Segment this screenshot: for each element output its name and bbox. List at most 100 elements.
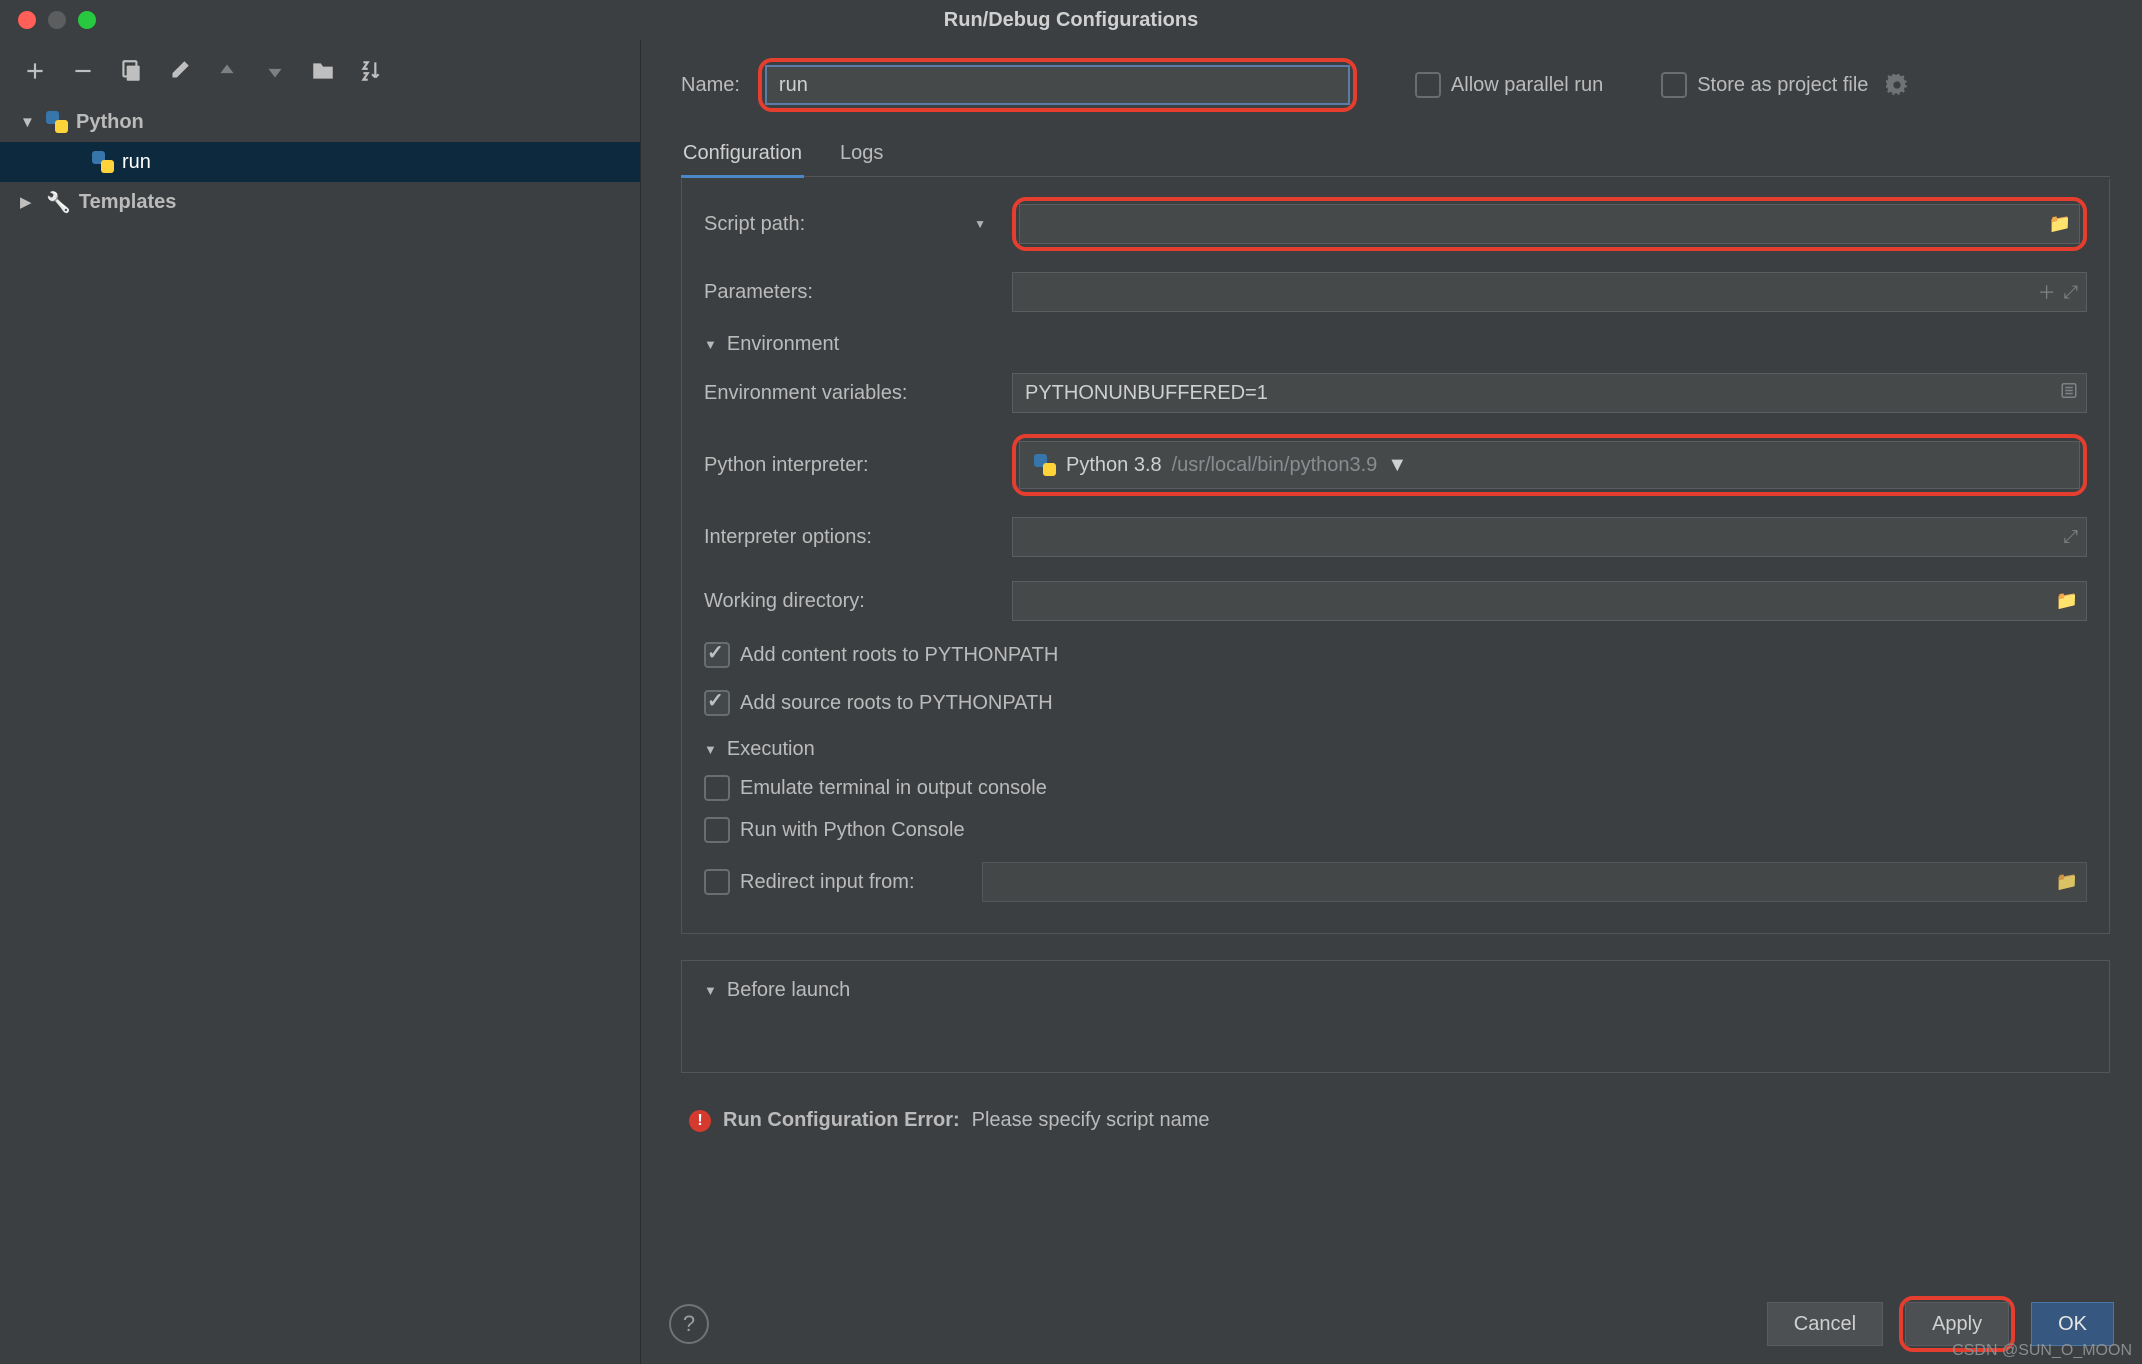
workdir-label: Working directory: — [704, 590, 994, 613]
parameters-input[interactable]: ＋ ⤢ — [1012, 272, 2087, 312]
environment-section-header[interactable]: ▼ Environment — [704, 333, 2087, 356]
checkbox-icon — [1415, 72, 1441, 98]
interpreter-select[interactable]: Python 3.8 /usr/local/bin/python3.9 ▼ — [1019, 441, 2080, 489]
name-input[interactable] — [765, 65, 1350, 105]
env-vars-row: Environment variables: PYTHONUNBUFFERED=… — [704, 370, 2087, 416]
script-path-input[interactable]: 📁 — [1019, 204, 2080, 244]
script-path-row: Script path: ▼ 📁 — [704, 197, 2087, 251]
checkbox-label: Add content roots to PYTHONPATH — [740, 644, 1058, 667]
interp-opts-row: Interpreter options: ⤢ — [704, 514, 2087, 560]
tree-item-label: run — [122, 151, 151, 174]
parameters-label: Parameters: — [704, 281, 994, 304]
window-title: Run/Debug Configurations — [0, 9, 2142, 32]
main-panel: Name: Allow parallel run Store as projec… — [641, 40, 2142, 1364]
apply-button[interactable]: Apply — [1905, 1302, 2009, 1346]
run-python-console-checkbox[interactable]: Run with Python Console — [704, 817, 2087, 843]
emulate-terminal-checkbox[interactable]: Emulate terminal in output console — [704, 775, 2087, 801]
tree-node-templates[interactable]: ▶ Templates — [0, 182, 640, 222]
parameters-row: Parameters: ＋ ⤢ — [704, 269, 2087, 315]
wrench-icon — [46, 190, 71, 215]
name-label: Name: — [681, 74, 740, 97]
edit-defaults-icon[interactable] — [166, 58, 192, 84]
before-launch-list[interactable] — [704, 1012, 2087, 1062]
chevron-down-icon: ▼ — [20, 114, 38, 131]
expand-icon[interactable]: ⤢ — [2064, 282, 2078, 303]
add-config-icon[interactable] — [22, 58, 48, 84]
expand-icon[interactable]: ⤢ — [2064, 527, 2078, 548]
browse-folder-icon[interactable]: 📁 — [2049, 214, 2071, 235]
redirect-input-checkbox[interactable]: Redirect input from: — [704, 869, 964, 895]
redirect-input-row: Redirect input from: 📁 — [704, 859, 2087, 905]
close-window-icon[interactable] — [18, 11, 36, 29]
tabs: Configuration Logs — [681, 130, 2110, 177]
chevron-down-icon: ▼ — [704, 337, 717, 352]
tree-node-label: Templates — [79, 191, 176, 214]
remove-config-icon[interactable] — [70, 58, 96, 84]
add-source-roots-checkbox[interactable]: Add source roots to PYTHONPATH — [704, 690, 2087, 716]
python-icon — [92, 151, 114, 173]
error-row: ! Run Configuration Error: Please specif… — [681, 1099, 2110, 1144]
redirect-input-field[interactable]: 📁 — [982, 862, 2087, 902]
ok-button[interactable]: OK — [2031, 1302, 2114, 1346]
move-down-icon[interactable] — [262, 58, 288, 84]
copy-config-icon[interactable] — [118, 58, 144, 84]
workdir-input[interactable]: 📁 — [1012, 581, 2087, 621]
add-content-roots-checkbox[interactable]: Add content roots to PYTHONPATH — [704, 642, 2087, 668]
python-icon — [1034, 454, 1056, 476]
chevron-down-icon: ▼ — [704, 742, 717, 757]
configuration-panel: Script path: ▼ 📁 Parameters: — [681, 179, 2110, 934]
store-as-project-file-checkbox[interactable]: Store as project file — [1661, 72, 1868, 98]
cancel-button[interactable]: Cancel — [1767, 1302, 1883, 1346]
checkbox-label: Add source roots to PYTHONPATH — [740, 692, 1053, 715]
input-value: PYTHONUNBUFFERED=1 — [1025, 382, 1268, 405]
browse-folder-icon[interactable]: 📁 — [2056, 872, 2078, 893]
chevron-down-icon: ▼ — [704, 983, 717, 998]
minimize-window-icon[interactable] — [48, 11, 66, 29]
folder-icon[interactable] — [310, 58, 336, 84]
tab-configuration[interactable]: Configuration — [681, 130, 804, 178]
checkbox-label: Allow parallel run — [1451, 74, 1603, 97]
checkbox-label: Run with Python Console — [740, 819, 965, 842]
before-launch-panel: ▼ Before launch — [681, 960, 2110, 1073]
chevron-right-icon: ▶ — [20, 193, 38, 211]
maximize-window-icon[interactable] — [78, 11, 96, 29]
checkbox-icon — [1661, 72, 1687, 98]
move-up-icon[interactable] — [214, 58, 240, 84]
error-message: Please specify script name — [972, 1109, 1210, 1132]
env-vars-input[interactable]: PYTHONUNBUFFERED=1 — [1012, 373, 2087, 413]
interpreter-label: Python interpreter: — [704, 454, 994, 477]
checkbox-icon — [704, 775, 730, 801]
tree-node-label: Python — [76, 111, 144, 134]
highlight-interpreter: Python 3.8 /usr/local/bin/python3.9 ▼ — [1012, 434, 2087, 496]
highlight-name — [758, 58, 1357, 112]
checkbox-label: Store as project file — [1697, 74, 1868, 97]
checkbox-icon — [704, 817, 730, 843]
checkbox-label: Emulate terminal in output console — [740, 777, 1047, 800]
section-title: Execution — [727, 738, 815, 761]
checkbox-icon — [704, 642, 730, 668]
interp-opts-input[interactable]: ⤢ — [1012, 517, 2087, 557]
execution-section-header[interactable]: ▼ Execution — [704, 738, 2087, 761]
before-launch-section-header[interactable]: ▼ Before launch — [704, 979, 2087, 1002]
footer: ? Cancel Apply OK — [641, 1284, 2142, 1364]
error-title: Run Configuration Error: — [723, 1109, 960, 1132]
form-area: Name: Allow parallel run Store as projec… — [641, 40, 2142, 1284]
help-button[interactable]: ? — [669, 1304, 709, 1344]
sort-alpha-icon[interactable] — [358, 58, 384, 84]
sidebar-toolbar — [0, 50, 640, 98]
tree-node-python[interactable]: ▼ Python — [0, 102, 640, 142]
list-edit-icon[interactable] — [2060, 382, 2078, 405]
allow-parallel-run-checkbox[interactable]: Allow parallel run — [1415, 72, 1603, 98]
tab-logs[interactable]: Logs — [838, 130, 885, 176]
add-param-icon[interactable]: ＋ — [2038, 279, 2056, 305]
checkbox-icon — [704, 869, 730, 895]
browse-folder-icon[interactable]: 📁 — [2056, 591, 2078, 612]
python-icon — [46, 111, 68, 133]
script-path-label[interactable]: Script path: ▼ — [704, 213, 994, 236]
tree-item-run[interactable]: run — [0, 142, 640, 182]
gear-icon[interactable] — [1886, 74, 1908, 96]
config-tree: ▼ Python run ▶ Templates — [0, 98, 640, 1364]
label-text: Script path: — [704, 213, 805, 236]
interpreter-row: Python interpreter: Python 3.8 /usr/loca… — [704, 434, 2087, 496]
watermark: CSDN @SUN_O_MOON — [1952, 1342, 2132, 1360]
